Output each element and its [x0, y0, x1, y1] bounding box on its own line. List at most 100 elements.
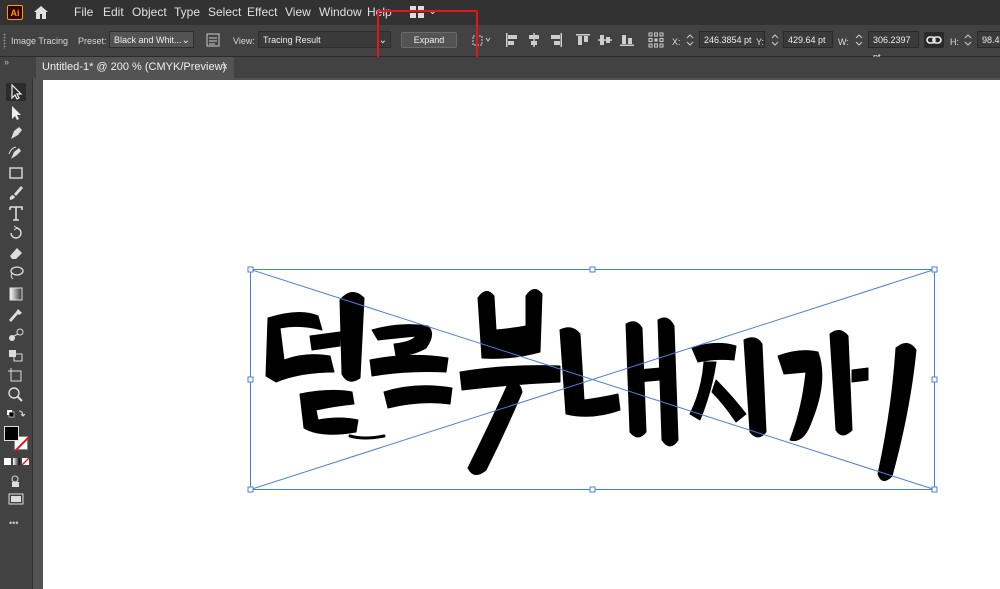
home-icon[interactable] — [32, 4, 50, 21]
none-mode-icon[interactable] — [22, 458, 29, 465]
rectangle-icon — [9, 167, 23, 179]
direct-selection-tool[interactable] — [6, 104, 26, 122]
traced-artwork[interactable] — [43, 80, 1000, 589]
handle-top-right — [931, 266, 938, 273]
document-tab-bar: » Untitled-1* @ 200 % (CMYK/Preview) × — [0, 57, 1000, 78]
y-label: Y: — [756, 37, 765, 47]
w-label: W: — [838, 37, 849, 47]
eyedropper-icon — [9, 309, 22, 322]
blend-icon — [9, 328, 24, 341]
app-logo: Ai — [7, 5, 23, 20]
preset-dropdown[interactable]: Black and Whit... ⌄ — [109, 31, 194, 48]
blend-tool[interactable] — [6, 326, 26, 344]
align-right-icon[interactable] — [549, 33, 563, 47]
curvature-tool[interactable] — [6, 144, 26, 162]
close-icon[interactable]: × — [222, 57, 228, 78]
zoom-tool[interactable] — [6, 386, 26, 404]
collapse-panel-icon[interactable]: » — [4, 57, 9, 67]
fill-stroke-swatch[interactable] — [4, 426, 30, 452]
preset-value: Black and Whit... — [114, 35, 182, 45]
handle-middle-right — [931, 376, 938, 383]
paintbrush-tool[interactable] — [6, 184, 26, 202]
draw-mode-tool[interactable] — [6, 472, 26, 490]
default-colors-swap[interactable] — [6, 408, 26, 422]
handle-bottom-center — [589, 486, 596, 493]
rectangle-tool[interactable] — [6, 164, 26, 182]
handle-top-center — [589, 266, 596, 273]
selection-arrow-icon — [11, 83, 23, 100]
handle-top-left — [247, 266, 254, 273]
align-bottom-icon[interactable] — [620, 33, 634, 47]
gradient-tool[interactable] — [6, 285, 26, 303]
x-stepper-icon[interactable] — [686, 33, 694, 47]
fill-swatch[interactable] — [4, 426, 19, 441]
handle-middle-left — [247, 376, 254, 383]
tools-panel: ••• — [0, 78, 33, 589]
draw-mode-icon — [11, 475, 19, 487]
artboard[interactable] — [43, 80, 1000, 589]
menu-edit[interactable]: Edit — [103, 5, 124, 19]
image-tracing-label[interactable]: Image Tracing — [11, 36, 68, 46]
link-icon — [926, 36, 942, 44]
h-label: H: — [950, 37, 959, 47]
menu-view[interactable]: View — [285, 5, 311, 19]
control-bar: Image Tracing Preset: Black and Whit... … — [0, 25, 1000, 62]
screen-mode-icon — [8, 493, 24, 505]
pen-icon — [11, 127, 22, 139]
menu-object[interactable]: Object — [132, 5, 167, 19]
panel-grip[interactable] — [3, 33, 6, 49]
shape-builder-tool[interactable] — [6, 346, 26, 364]
handle-bottom-right — [931, 486, 938, 493]
color-mode-buttons — [4, 458, 30, 466]
direct-selection-icon — [12, 106, 21, 120]
w-field[interactable]: 306.2397 pt — [868, 31, 919, 62]
artboard-tool[interactable] — [6, 366, 26, 384]
menu-select[interactable]: Select — [208, 5, 241, 19]
eraser-tool[interactable] — [6, 244, 26, 262]
align-vertical-center-icon[interactable] — [598, 33, 612, 47]
shape-builder-icon — [9, 350, 23, 362]
chevron-down-icon: ⌄ — [181, 35, 190, 46]
y-stepper-icon[interactable] — [771, 33, 779, 47]
lasso-icon — [10, 266, 24, 280]
y-field[interactable]: 429.64 pt — [783, 31, 833, 48]
eyedropper-tool[interactable] — [6, 306, 26, 324]
w-stepper-icon[interactable] — [855, 33, 863, 47]
selection-tool[interactable] — [6, 83, 26, 101]
swap-colors-icon — [7, 410, 26, 418]
menu-type[interactable]: Type — [174, 5, 200, 19]
rotate-tool[interactable] — [6, 224, 26, 242]
screen-mode-tool[interactable] — [6, 491, 26, 509]
lasso-tool[interactable] — [6, 264, 26, 282]
view-value: Tracing Result — [263, 35, 321, 45]
artboard-icon — [8, 368, 22, 382]
h-field[interactable]: 98.48 — [977, 31, 1000, 48]
gradient-icon — [9, 287, 23, 301]
gradient-mode-icon[interactable] — [13, 458, 20, 465]
menu-file[interactable]: File — [74, 5, 93, 19]
view-dropdown[interactable]: Tracing Result ⌄ — [258, 31, 391, 48]
x-label: X: — [672, 37, 681, 47]
more-tools-icon[interactable]: ••• — [9, 518, 18, 528]
type-tool[interactable] — [6, 204, 26, 222]
h-stepper-icon[interactable] — [964, 33, 972, 47]
color-mode-icon[interactable] — [4, 458, 11, 465]
align-left-icon[interactable] — [505, 33, 519, 47]
align-horizontal-center-icon[interactable] — [527, 33, 541, 47]
menu-effect[interactable]: Effect — [247, 5, 277, 19]
align-top-icon[interactable] — [576, 33, 590, 47]
pen-tool[interactable] — [6, 124, 26, 142]
paintbrush-icon — [9, 186, 23, 200]
reference-point-icon[interactable] — [648, 32, 664, 48]
tracing-panel-icon[interactable] — [206, 33, 220, 47]
document-tab[interactable]: Untitled-1* @ 200 % (CMYK/Preview) × — [36, 57, 234, 78]
menu-window[interactable]: Window — [319, 5, 362, 19]
zoom-icon — [8, 387, 23, 402]
view-label: View: — [233, 36, 255, 46]
handle-bottom-left — [247, 486, 254, 493]
curvature-pen-icon — [8, 146, 21, 159]
menu-bar: Ai File Edit Object Type Select Effect V… — [0, 0, 1000, 25]
rotate-icon — [10, 225, 22, 239]
preset-label: Preset: — [78, 36, 107, 46]
constrain-proportions-button[interactable] — [924, 32, 944, 48]
